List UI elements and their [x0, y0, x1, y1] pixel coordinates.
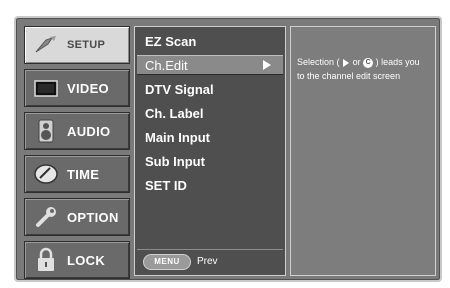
wrench-icon — [31, 203, 61, 231]
tv-icon — [31, 74, 61, 102]
tab-label: OPTION — [67, 209, 119, 225]
tab-audio[interactable]: AUDIO — [24, 112, 130, 150]
menu-item-ch-edit[interactable]: Ch.Edit — [137, 55, 283, 75]
tab-time[interactable]: TIME — [24, 155, 130, 193]
tab-lock[interactable]: LOCK — [24, 241, 130, 279]
right-arrow-icon — [343, 58, 350, 67]
tab-option[interactable]: OPTION — [24, 198, 130, 236]
menu-item-ez-scan[interactable]: EZ Scan — [137, 31, 283, 51]
menu-item-sub-input[interactable]: Sub Input — [137, 151, 283, 171]
prev-label: Prev — [197, 256, 218, 267]
menu-item-ch-label[interactable]: Ch. Label — [137, 103, 283, 123]
tab-label: AUDIO — [67, 123, 111, 139]
lock-icon — [31, 246, 61, 274]
clock-icon — [31, 160, 61, 188]
speaker-icon — [31, 117, 61, 145]
menu-button-icon[interactable]: MENU — [143, 253, 191, 270]
help-or-text: or — [352, 57, 361, 67]
tab-label: VIDEO — [67, 80, 109, 96]
menu-footer: MENU Prev — [137, 249, 283, 273]
setup-icon — [31, 31, 61, 59]
tab-label: LOCK — [67, 252, 106, 268]
right-arrow-icon — [263, 60, 271, 70]
menu-item-main-input[interactable]: Main Input — [137, 127, 283, 147]
menu-item-set-id[interactable]: SET ID — [137, 175, 283, 195]
tab-video[interactable]: VIDEO — [24, 69, 130, 107]
tab-label: SETUP — [67, 39, 106, 51]
help-panel: Selection ( or C ) leads you to the chan… — [290, 26, 436, 276]
ok-button-icon: C — [363, 57, 374, 68]
help-text-start: Selection ( — [297, 57, 340, 67]
osd-menu-frame: SETUP VIDEO AUDIO TIME OPTION LOCK EZ Sc… — [14, 16, 442, 282]
tab-label: TIME — [67, 166, 100, 182]
tab-setup[interactable]: SETUP — [24, 26, 130, 64]
setup-menu: EZ Scan Ch.Edit DTV Signal Ch. Label Mai… — [134, 26, 286, 276]
category-tabs: SETUP VIDEO AUDIO TIME OPTION LOCK — [24, 26, 130, 279]
menu-item-label: Ch.Edit — [145, 57, 188, 73]
menu-item-dtv-signal[interactable]: DTV Signal — [137, 79, 283, 99]
